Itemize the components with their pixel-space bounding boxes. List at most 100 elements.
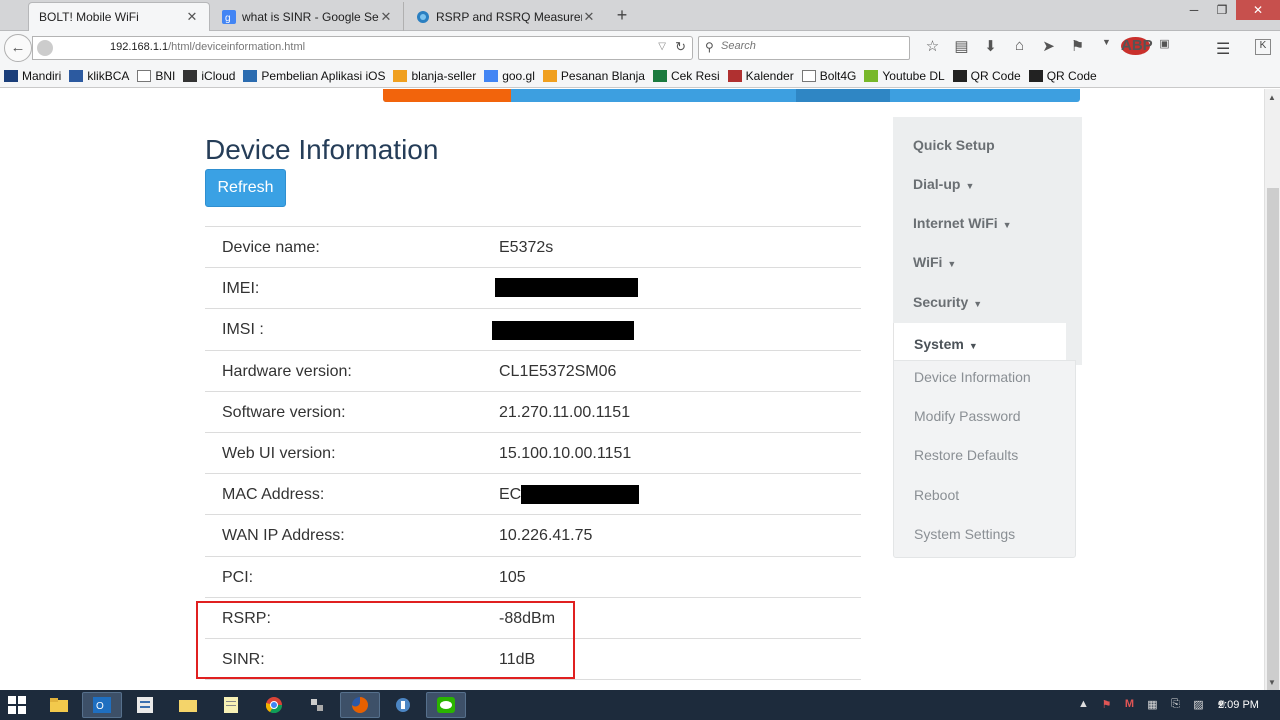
submenu-restore-defaults[interactable]: Restore Defaults bbox=[914, 447, 1018, 463]
bookmark-label: QR Code bbox=[970, 68, 1021, 83]
bookmark-item[interactable]: Mandiri bbox=[4, 69, 61, 83]
adblock-icon[interactable]: ABP bbox=[1121, 37, 1153, 55]
back-button[interactable]: ← bbox=[4, 34, 32, 62]
close-tab-icon[interactable]: ✕ bbox=[582, 9, 596, 25]
tab-sinr-search[interactable]: g what is SINR - Google Search ✕ bbox=[212, 2, 404, 31]
sidebar-item-dial-up[interactable]: Dial-up ▼ bbox=[913, 176, 974, 192]
bookmark-label: Pembelian Aplikasi iOS bbox=[261, 68, 386, 83]
top-nav-settings-tab[interactable] bbox=[796, 89, 890, 102]
menu-icon[interactable]: ☰ bbox=[1216, 39, 1230, 59]
file-explorer-icon[interactable] bbox=[39, 692, 79, 718]
reading-list-icon[interactable]: ▤ bbox=[947, 37, 976, 55]
youtube-icon[interactable]: ▣ bbox=[1150, 37, 1179, 55]
sidebar-item-security[interactable]: Security ▼ bbox=[913, 294, 982, 310]
caret-down-icon: ▼ bbox=[973, 299, 983, 309]
url-text[interactable]: 192.168.1.1/html/deviceinformation.html bbox=[110, 41, 305, 53]
notepad-icon[interactable] bbox=[211, 692, 251, 718]
line-icon[interactable] bbox=[426, 692, 466, 718]
navigation-toolbar: ← 192.168.1.1/html/deviceinformation.htm… bbox=[0, 31, 1280, 64]
top-navigation-bar[interactable] bbox=[383, 89, 1080, 102]
bookmark-label: BNI bbox=[155, 68, 176, 83]
home-icon[interactable]: ⌂ bbox=[1005, 37, 1034, 55]
network-icon[interactable]: ▨ bbox=[1187, 698, 1210, 711]
bookmark-item[interactable]: QR Code bbox=[952, 68, 1021, 83]
row-label: IMSI : bbox=[222, 321, 264, 339]
url-bar[interactable]: 192.168.1.1/html/deviceinformation.html … bbox=[32, 36, 693, 60]
download-icon[interactable]: ⬇ bbox=[976, 37, 1005, 55]
folder-icon[interactable] bbox=[168, 692, 208, 718]
close-tab-icon[interactable]: ✕ bbox=[185, 9, 199, 25]
bookmark-item[interactable]: Pesanan Blanja bbox=[542, 69, 645, 83]
site-info-icon[interactable] bbox=[37, 40, 53, 56]
show-hidden-icons-icon[interactable]: ▲ bbox=[1072, 698, 1095, 711]
outlook-icon[interactable]: O bbox=[82, 692, 122, 718]
maximize-icon[interactable]: ❐ bbox=[1208, 0, 1236, 20]
bookmark-star-icon[interactable]: ☆ bbox=[918, 37, 947, 55]
bookmark-item[interactable]: klikBCA bbox=[69, 69, 129, 83]
firefox-icon[interactable] bbox=[340, 692, 380, 718]
bookmark-item[interactable]: Pembelian Aplikasi iOS bbox=[243, 69, 385, 83]
antivirus-icon[interactable]: M bbox=[1118, 698, 1141, 711]
row-value: 15.100.10.00.1151 bbox=[499, 444, 632, 462]
check-icon bbox=[542, 69, 557, 82]
flag-icon[interactable]: ⚑ bbox=[1095, 698, 1118, 711]
bookmark-item[interactable]: Bolt4G bbox=[801, 69, 856, 83]
send-icon[interactable]: ➤ bbox=[1034, 37, 1063, 55]
bookmark-item[interactable]: BNI bbox=[137, 69, 175, 83]
bookmark-label: Kalender bbox=[745, 68, 794, 83]
bookmark-item[interactable]: QR Code bbox=[1028, 69, 1097, 83]
tray-app-icon[interactable]: ▦ bbox=[1141, 698, 1164, 711]
mandiri-icon bbox=[4, 69, 18, 82]
usb-icon[interactable]: ⎘ bbox=[1164, 698, 1187, 711]
close-tab-icon[interactable]: ✕ bbox=[379, 9, 393, 25]
vertical-scrollbar[interactable]: ▲ ▼ bbox=[1264, 89, 1280, 697]
refresh-button[interactable]: Refresh bbox=[205, 169, 286, 207]
page-icon bbox=[801, 69, 816, 82]
notes-icon[interactable] bbox=[125, 692, 165, 718]
search-input[interactable] bbox=[721, 40, 901, 52]
row-value: E5372s bbox=[499, 239, 554, 256]
submenu-device-information[interactable]: Device Information bbox=[914, 369, 1031, 385]
reload-icon[interactable]: ↻ bbox=[675, 39, 686, 55]
row-label: Device name: bbox=[222, 239, 320, 256]
network-tool-icon[interactable] bbox=[297, 692, 337, 718]
row-label: WAN IP Address: bbox=[222, 527, 345, 545]
scroll-down-icon[interactable]: ▼ bbox=[1268, 678, 1276, 687]
scrollbar-thumb[interactable] bbox=[1267, 188, 1279, 697]
submenu-modify-password[interactable]: Modify Password bbox=[914, 408, 1021, 424]
new-tab-button[interactable]: + bbox=[612, 5, 632, 26]
sidebar-item-label: Internet WiFi bbox=[913, 215, 998, 231]
sidebar-item-quick-setup[interactable]: Quick Setup bbox=[913, 137, 995, 153]
bitvise-icon[interactable] bbox=[383, 692, 423, 718]
redacted-imei bbox=[495, 278, 638, 297]
bookmark-item[interactable]: goo.gl bbox=[484, 69, 535, 83]
submenu-reboot[interactable]: Reboot bbox=[914, 487, 959, 503]
bookmark-item[interactable]: iCloud bbox=[183, 69, 235, 83]
sidebar-item-system[interactable]: System ▼ bbox=[893, 323, 1066, 365]
bookmark-item[interactable]: Youtube DL bbox=[864, 69, 945, 83]
sidebar-item-internet-wifi[interactable]: Internet WiFi ▼ bbox=[913, 215, 1012, 231]
k-extension-icon[interactable]: K bbox=[1255, 39, 1271, 55]
scroll-up-icon[interactable]: ▲ bbox=[1268, 93, 1276, 102]
taskbar-clock[interactable]: 2:09 PM bbox=[1218, 699, 1259, 711]
tab-bolt-mobile-wifi[interactable]: BOLT! Mobile WiFi ✕ bbox=[28, 2, 210, 31]
close-window-icon[interactable]: ✕ bbox=[1236, 0, 1280, 20]
sidebar-item-wifi[interactable]: WiFi ▼ bbox=[913, 254, 956, 270]
submenu-system-settings[interactable]: System Settings bbox=[914, 526, 1015, 542]
history-dropdown-icon[interactable]: ▽ bbox=[658, 41, 666, 52]
top-nav-active-tab[interactable] bbox=[383, 89, 511, 102]
page-viewport: Device Information Refresh Device name: E… bbox=[0, 89, 1264, 690]
bookmark-item[interactable]: blanja-seller bbox=[393, 69, 476, 83]
chrome-icon[interactable] bbox=[254, 692, 294, 718]
row-label: Software version: bbox=[222, 403, 346, 421]
bookmark-item[interactable]: Kalender bbox=[727, 68, 794, 83]
search-bar[interactable]: ⚲ bbox=[698, 36, 910, 60]
minimize-icon[interactable]: ─ bbox=[1180, 0, 1208, 20]
sidebar-item-label: Quick Setup bbox=[913, 137, 995, 153]
bookmark-item[interactable]: Cek Resi bbox=[652, 69, 720, 83]
tab-rsrp-rsrq[interactable]: RSRP and RSRQ Measurem... ✕ bbox=[406, 2, 606, 31]
window-controls: ─ ❐ ✕ bbox=[1180, 0, 1280, 20]
dropdown-icon[interactable]: ▼ bbox=[1092, 37, 1121, 55]
start-button[interactable] bbox=[8, 696, 26, 714]
extension-icon[interactable]: ⚑ bbox=[1063, 37, 1092, 55]
